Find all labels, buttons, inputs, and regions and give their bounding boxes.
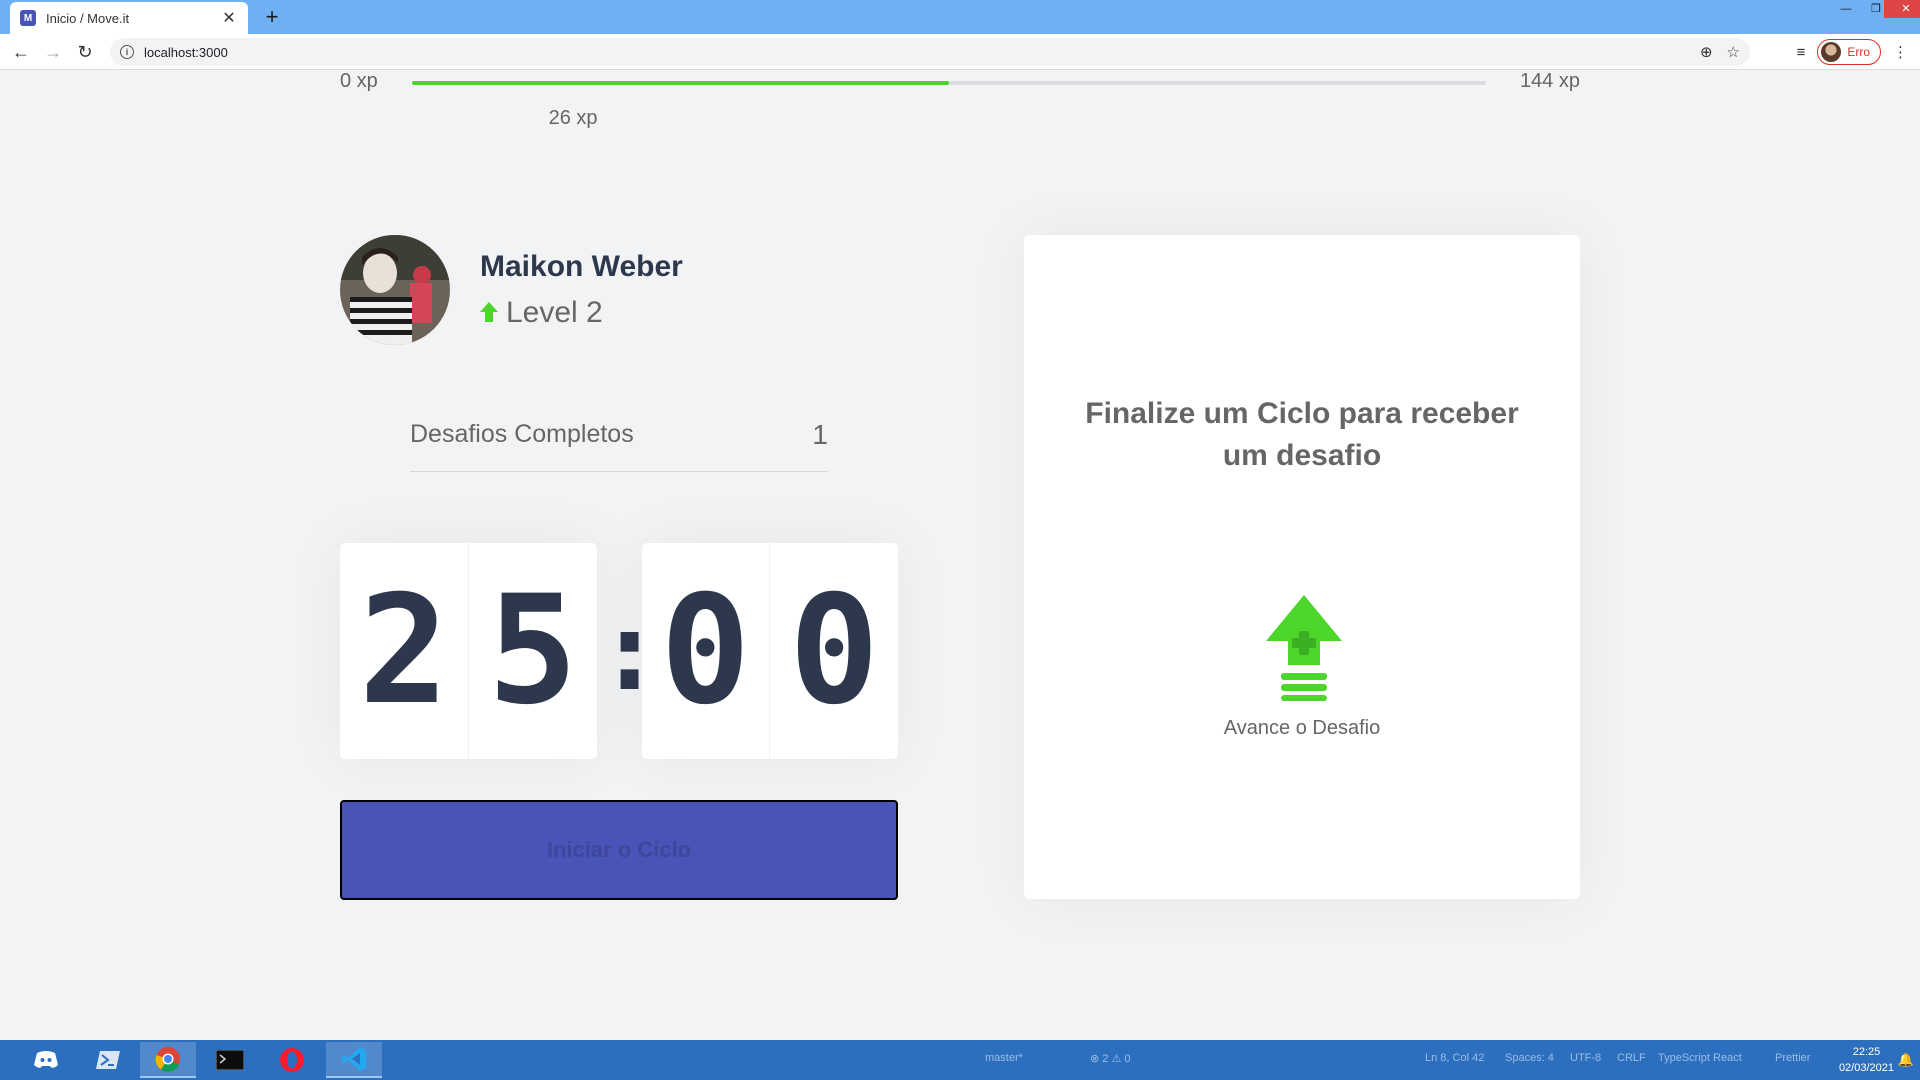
zoom-icon[interactable]: ⊕	[1700, 43, 1713, 61]
browser-toolbar: ← → ↻ i localhost:3000 ⊕ ☆ ≡ Erro ⋮	[0, 34, 1920, 70]
app-page: 0 xp 26 xp 144 xp Maikon Weber Level 2 D…	[0, 70, 1920, 1040]
vscode-icon[interactable]	[326, 1042, 382, 1078]
countdown-timer: 2 5 : 0 0	[340, 543, 898, 759]
system-clock[interactable]: 22:25 02/03/2021	[1839, 1044, 1894, 1076]
completed-challenges-label: Desafios Completos	[410, 420, 634, 448]
minute-tens-digit: 2	[358, 564, 450, 738]
challenge-box-hint: Avance o Desafio	[1223, 717, 1381, 739]
user-name: Maikon Weber	[480, 250, 683, 283]
level-up-arrow-icon	[480, 296, 498, 330]
experience-bar: 0 xp 26 xp 144 xp	[340, 70, 1580, 130]
media-queue-icon[interactable]: ≡	[1797, 44, 1806, 61]
clock-time: 22:25	[1852, 1046, 1881, 1058]
profile-avatar	[1821, 42, 1842, 62]
xp-track: 26 xp	[412, 81, 1486, 129]
reload-icon[interactable]: ↻	[74, 41, 96, 63]
formatter-status[interactable]: Prettier	[1775, 1052, 1810, 1064]
xp-current-label: 26 xp	[548, 107, 598, 129]
kebab-menu-icon[interactable]: ⋮	[1893, 43, 1908, 61]
minutes-display: 2 5	[340, 543, 597, 759]
profile-button[interactable]: Erro	[1817, 39, 1881, 65]
cursor-position-status[interactable]: Ln 8, Col 42	[1425, 1052, 1484, 1064]
second-tens-digit: 0	[660, 564, 751, 738]
completed-challenges: Desafios Completos 1	[410, 410, 828, 472]
challenge-box-title: Finalize um Ciclo para receber um desafi…	[1085, 397, 1519, 472]
windows-taskbar: master* ⊗ 2 ⚠ 0 Ln 8, Col 42 Spaces: 4 U…	[0, 1040, 1920, 1080]
xp-max-label: 144 xp	[1519, 70, 1580, 92]
second-ones-digit: 0	[769, 543, 898, 759]
address-bar[interactable]: i localhost:3000 ⊕ ☆	[110, 38, 1750, 66]
indentation-status[interactable]: Spaces: 4	[1505, 1052, 1554, 1064]
close-window-icon[interactable]: ✕	[1884, 0, 1920, 18]
forward-arrow-icon[interactable]: →	[42, 41, 64, 63]
tab-title: Inicio / Move.it	[46, 10, 130, 26]
xp-min-label: 0 xp	[340, 70, 378, 92]
challenge-box: Finalize um Ciclo para receber um desafi…	[1024, 235, 1580, 899]
user-profile: Maikon Weber Level 2	[340, 235, 900, 345]
notification-bell-icon[interactable]: 🔔	[1898, 1052, 1914, 1068]
discord-icon[interactable]	[18, 1042, 74, 1078]
avatar	[340, 235, 450, 345]
minimize-icon[interactable]: —	[1832, 0, 1860, 18]
completed-challenges-count: 1	[812, 418, 828, 450]
countdown-separator: :	[596, 587, 663, 715]
git-branch-status[interactable]: master*	[985, 1052, 1023, 1064]
move-it-favicon-icon: M	[20, 10, 36, 26]
back-arrow-icon[interactable]: ←	[10, 41, 32, 63]
opera-icon[interactable]	[264, 1042, 320, 1078]
encoding-status[interactable]: UTF-8	[1570, 1052, 1601, 1064]
level-label: Level 2	[506, 296, 603, 329]
clock-date: 02/03/2021	[1838, 1062, 1894, 1074]
language-mode-status[interactable]: TypeScript React	[1658, 1052, 1742, 1064]
new-tab-icon[interactable]: +	[260, 5, 284, 29]
problems-status[interactable]: ⊗ 2 ⚠ 0	[1090, 1052, 1130, 1065]
powershell-icon[interactable]	[80, 1042, 136, 1078]
tab-move-it[interactable]: M Inicio / Move.it ✕	[10, 2, 248, 34]
bookmark-star-icon[interactable]: ☆	[1727, 43, 1740, 61]
site-info-icon[interactable]: i	[120, 45, 134, 59]
level-up-icon	[1264, 595, 1344, 701]
url-text[interactable]: localhost:3000	[144, 45, 1686, 60]
line-ending-status[interactable]: CRLF	[1617, 1052, 1646, 1064]
chrome-icon[interactable]	[140, 1042, 196, 1078]
seconds-display: 0 0	[641, 543, 898, 759]
xp-progress-fill	[412, 81, 949, 85]
profile-status-label: Erro	[1847, 45, 1870, 59]
terminal-icon[interactable]	[202, 1042, 258, 1078]
start-cycle-button[interactable]: Iniciar o Ciclo	[340, 800, 898, 900]
user-level: Level 2	[480, 296, 683, 330]
browser-tab-bar: M Inicio / Move.it ✕ + — ❐ ✕	[0, 0, 1920, 34]
minute-ones-digit: 5	[467, 543, 597, 759]
tab-close-icon[interactable]: ✕	[220, 8, 238, 28]
